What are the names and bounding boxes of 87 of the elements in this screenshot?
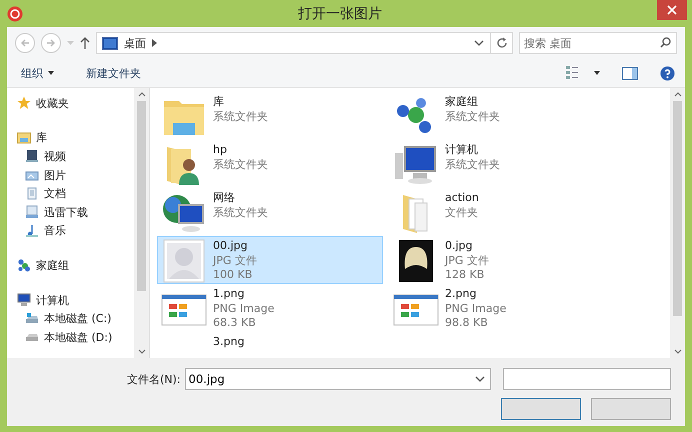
back-arrow-icon — [20, 38, 30, 48]
file-type: PNG Image — [445, 302, 506, 316]
scroll-down-icon[interactable] — [674, 349, 682, 354]
file-type: JPG 文件 — [445, 254, 489, 268]
file-type: PNG Image — [213, 302, 274, 316]
file-name: 计算机 — [445, 143, 479, 158]
music-icon — [25, 224, 39, 238]
file-name: 网络 — [213, 191, 236, 206]
window-title: 打开一张图片 — [297, 4, 383, 22]
search-icon — [660, 37, 671, 48]
preview-pane-icon[interactable] — [622, 66, 638, 80]
file-item[interactable]: 库 系统文件夹 — [157, 92, 383, 140]
file-type: JPG 文件 — [213, 254, 257, 268]
refresh-icon — [496, 37, 508, 49]
forward-arrow-icon — [46, 38, 56, 48]
nav-item[interactable]: 家庭组 — [17, 256, 134, 275]
file-name-label: 文件名(N): — [127, 372, 181, 386]
nav-item[interactable]: 收藏夹 — [17, 94, 134, 113]
nav-item[interactable]: 本地磁盘 (C:) — [17, 309, 134, 328]
breadcrumb[interactable]: 桌面 — [124, 36, 146, 50]
file-name: 2.png — [445, 287, 478, 302]
file-size: 68.3 KB — [213, 316, 257, 330]
close-icon — [667, 5, 677, 15]
scrollbar[interactable] — [134, 88, 149, 358]
file-size: 98.8 KB — [445, 316, 489, 330]
caret-icon[interactable] — [594, 71, 600, 75]
chevron-right-icon[interactable] — [152, 39, 157, 47]
file-item[interactable]: hp 系统文件夹 — [157, 140, 383, 188]
star-icon — [17, 96, 31, 110]
file-name: 00.jpg — [213, 239, 249, 254]
nav-item[interactable]: 迅雷下载 — [17, 202, 134, 222]
file-name: 1.png — [213, 287, 246, 302]
search-field[interactable]: 搜索 桌面 — [519, 32, 677, 54]
file-size: 128 KB — [445, 268, 486, 282]
file-type: 系统文件夹 — [213, 158, 268, 172]
file-name: hp — [213, 143, 228, 158]
drive-system-icon — [25, 312, 39, 326]
scroll-up-icon[interactable] — [138, 92, 146, 97]
file-type: 系统文件夹 — [445, 110, 500, 124]
file-item[interactable]: 1.png PNG Image 68.3 KB — [157, 284, 383, 332]
nav-item[interactable]: 库 — [17, 128, 134, 148]
app-logo-icon — [7, 6, 23, 22]
up-arrow-icon[interactable] — [80, 37, 90, 49]
dropdown-icon[interactable] — [474, 40, 484, 46]
file-item[interactable]: 2.png PNG Image 98.8 KB — [389, 284, 615, 332]
computer-icon — [17, 293, 31, 308]
toolbar-button[interactable]: 新建文件夹 — [82, 64, 145, 82]
file-name: 家庭组 — [445, 95, 479, 110]
file-item[interactable]: 家庭组 系统文件夹 — [389, 92, 615, 140]
help-icon[interactable] — [660, 66, 675, 80]
nav-item[interactable]: 本地磁盘 (D:) — [17, 328, 134, 347]
file-name: 库 — [213, 95, 225, 110]
file-name: 3.png — [213, 335, 244, 350]
file-name: 0.jpg — [445, 239, 474, 254]
toolbar-button[interactable]: 组织 — [17, 64, 58, 82]
file-item[interactable]: 网络 系统文件夹 — [157, 188, 383, 236]
nav-item[interactable]: 视频 — [17, 147, 134, 166]
file-size: 100 KB — [213, 268, 254, 282]
file-type: 文件夹 — [445, 206, 479, 220]
nav-item[interactable]: 图片 — [17, 166, 134, 184]
file-item[interactable]: 0.jpg JPG 文件 128 KB — [389, 236, 615, 284]
file-item[interactable]: 计算机 系统文件夹 — [389, 140, 615, 188]
nav-item[interactable]: 文档 — [17, 184, 134, 203]
scroll-down-icon[interactable] — [138, 349, 146, 354]
file-name: action — [445, 191, 479, 206]
dropdown-icon[interactable] — [474, 376, 485, 382]
photo-placeholder — [161, 239, 207, 283]
file-name-field[interactable]: 00.jpg — [184, 368, 491, 390]
file-type: 系统文件夹 — [213, 206, 268, 220]
file-item[interactable]: 00.jpg JPG 文件 100 KB — [157, 236, 383, 284]
homegroup-icon — [17, 258, 31, 272]
caret-icon — [48, 71, 54, 75]
nav-item[interactable]: 计算机 — [17, 290, 134, 310]
open-button[interactable] — [501, 398, 581, 420]
scrollbar[interactable] — [670, 88, 685, 358]
file-item[interactable]: action 文件夹 — [389, 188, 615, 236]
file-type: 系统文件夹 — [213, 110, 268, 124]
document-icon — [25, 186, 39, 201]
desktop-icon — [102, 36, 118, 50]
library-icon — [17, 130, 31, 145]
computer-icon — [393, 143, 439, 187]
file-type: 系统文件夹 — [445, 158, 500, 172]
scroll-up-icon[interactable] — [674, 92, 682, 97]
file-item[interactable]: 3.png — [157, 332, 383, 358]
address-bar[interactable]: 桌面 — [96, 32, 513, 54]
nav-item[interactable]: 音乐 — [17, 222, 134, 240]
close-button[interactable] — [657, 0, 687, 20]
